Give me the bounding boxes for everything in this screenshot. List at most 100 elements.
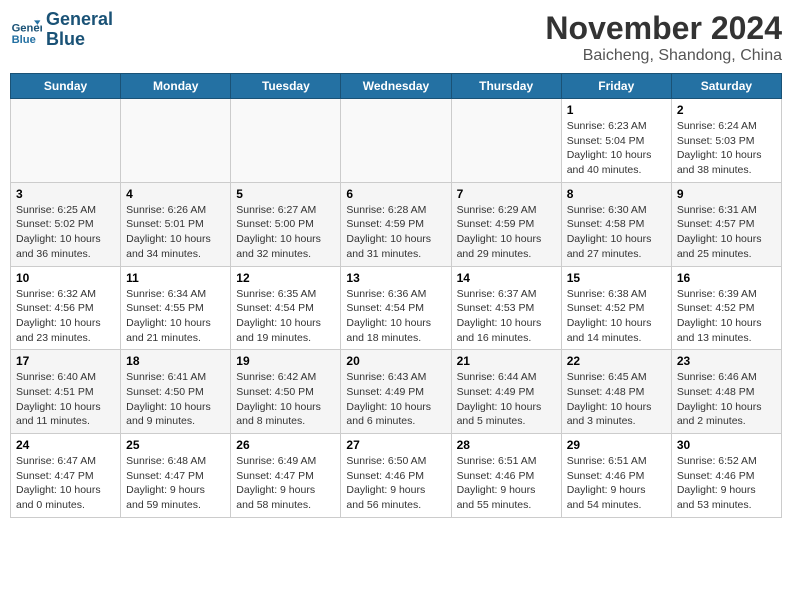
col-saturday: Saturday: [671, 74, 781, 99]
day-number: 4: [126, 187, 225, 201]
weekday-row: Sunday Monday Tuesday Wednesday Thursday…: [11, 74, 782, 99]
col-friday: Friday: [561, 74, 671, 99]
col-monday: Monday: [121, 74, 231, 99]
week-row-1: 3Sunrise: 6:25 AMSunset: 5:02 PMDaylight…: [11, 182, 782, 266]
logo: General Blue General Blue: [10, 10, 113, 50]
month-title: November 2024: [545, 10, 782, 47]
day-cell: 3Sunrise: 6:25 AMSunset: 5:02 PMDaylight…: [11, 182, 121, 266]
col-tuesday: Tuesday: [231, 74, 341, 99]
day-number: 8: [567, 187, 666, 201]
day-info: Sunrise: 6:47 AMSunset: 4:47 PMDaylight:…: [16, 454, 115, 513]
day-info: Sunrise: 6:49 AMSunset: 4:47 PMDaylight:…: [236, 454, 335, 513]
day-cell: 30 Sunrise: 6:52 AMSunset: 4:46 PMDayligh…: [671, 434, 781, 518]
title-block: November 2024 Baicheng, Shandong, China: [545, 10, 782, 65]
day-number: 2: [677, 103, 776, 117]
day-info: Sunrise: 6:45 AMSunset: 4:48 PMDaylight:…: [567, 370, 666, 429]
day-number: 30: [677, 438, 776, 452]
day-info: Sunrise: 6:50 AMSunset: 4:46 PMDaylight:…: [346, 454, 445, 513]
day-cell: 21 Sunrise: 6:44 AMSunset: 4:49 PMDayligh…: [451, 350, 561, 434]
day-info: Sunrise: 6:39 AMSunset: 4:52 PMDaylight:…: [677, 287, 776, 346]
day-info: Sunrise: 6:46 AMSunset: 4:48 PMDaylight:…: [677, 370, 776, 429]
week-row-4: 24 Sunrise: 6:47 AMSunset: 4:47 PMDayligh…: [11, 434, 782, 518]
svg-text:Blue: Blue: [12, 34, 36, 46]
day-cell: 23 Sunrise: 6:46 AMSunset: 4:48 PMDayligh…: [671, 350, 781, 434]
day-info: Sunrise: 6:32 AMSunset: 4:56 PMDaylight:…: [16, 287, 115, 346]
day-number: 12: [236, 271, 335, 285]
day-cell: 12Sunrise: 6:35 AMSunset: 4:54 PMDayligh…: [231, 266, 341, 350]
logo-icon: General Blue: [10, 14, 42, 46]
day-cell: 17 Sunrise: 6:40 AMSunset: 4:51 PMDayligh…: [11, 350, 121, 434]
day-number: 20: [346, 354, 445, 368]
day-cell: 26 Sunrise: 6:49 AMSunset: 4:47 PMDayligh…: [231, 434, 341, 518]
day-info: Sunrise: 6:23 AMSunset: 5:04 PMDaylight:…: [567, 119, 666, 178]
day-number: 27: [346, 438, 445, 452]
day-info: Sunrise: 6:30 AMSunset: 4:58 PMDaylight:…: [567, 203, 666, 262]
day-info: Sunrise: 6:43 AMSunset: 4:49 PMDaylight:…: [346, 370, 445, 429]
day-number: 16: [677, 271, 776, 285]
day-cell: 7Sunrise: 6:29 AMSunset: 4:59 PMDaylight…: [451, 182, 561, 266]
day-cell: 13 Sunrise: 6:36 AMSunset: 4:54 PMDayligh…: [341, 266, 451, 350]
day-cell: [231, 99, 341, 183]
day-cell: 16 Sunrise: 6:39 AMSunset: 4:52 PMDayligh…: [671, 266, 781, 350]
day-info: Sunrise: 6:26 AMSunset: 5:01 PMDaylight:…: [126, 203, 225, 262]
day-number: 6: [346, 187, 445, 201]
day-cell: 5 Sunrise: 6:27 AMSunset: 5:00 PMDaylight…: [231, 182, 341, 266]
col-wednesday: Wednesday: [341, 74, 451, 99]
week-row-2: 10 Sunrise: 6:32 AMSunset: 4:56 PMDayligh…: [11, 266, 782, 350]
day-number: 17: [16, 354, 115, 368]
calendar-body: 1Sunrise: 6:23 AMSunset: 5:04 PMDaylight…: [11, 99, 782, 518]
day-info: Sunrise: 6:48 AMSunset: 4:47 PMDaylight:…: [126, 454, 225, 513]
day-number: 18: [126, 354, 225, 368]
day-number: 21: [457, 354, 556, 368]
day-number: 5: [236, 187, 335, 201]
day-cell: [11, 99, 121, 183]
day-info: Sunrise: 6:44 AMSunset: 4:49 PMDaylight:…: [457, 370, 556, 429]
day-info: Sunrise: 6:37 AMSunset: 4:53 PMDaylight:…: [457, 287, 556, 346]
day-info: Sunrise: 6:40 AMSunset: 4:51 PMDaylight:…: [16, 370, 115, 429]
day-info: Sunrise: 6:34 AMSunset: 4:55 PMDaylight:…: [126, 287, 225, 346]
calendar: Sunday Monday Tuesday Wednesday Thursday…: [10, 73, 782, 518]
day-cell: 20 Sunrise: 6:43 AMSunset: 4:49 PMDayligh…: [341, 350, 451, 434]
day-cell: 22 Sunrise: 6:45 AMSunset: 4:48 PMDayligh…: [561, 350, 671, 434]
day-cell: 9 Sunrise: 6:31 AMSunset: 4:57 PMDaylight…: [671, 182, 781, 266]
day-number: 19: [236, 354, 335, 368]
day-number: 15: [567, 271, 666, 285]
day-number: 9: [677, 187, 776, 201]
day-cell: 24 Sunrise: 6:47 AMSunset: 4:47 PMDayligh…: [11, 434, 121, 518]
day-cell: 8 Sunrise: 6:30 AMSunset: 4:58 PMDaylight…: [561, 182, 671, 266]
day-info: Sunrise: 6:31 AMSunset: 4:57 PMDaylight:…: [677, 203, 776, 262]
logo-text-line1: General: [46, 10, 113, 30]
day-info: Sunrise: 6:36 AMSunset: 4:54 PMDaylight:…: [346, 287, 445, 346]
day-cell: [121, 99, 231, 183]
day-info: Sunrise: 6:51 AMSunset: 4:46 PMDaylight:…: [457, 454, 556, 513]
day-info: Sunrise: 6:27 AMSunset: 5:00 PMDaylight:…: [236, 203, 335, 262]
day-number: 22: [567, 354, 666, 368]
day-number: 13: [346, 271, 445, 285]
day-info: Sunrise: 6:24 AMSunset: 5:03 PMDaylight:…: [677, 119, 776, 178]
day-number: 26: [236, 438, 335, 452]
day-cell: 4 Sunrise: 6:26 AMSunset: 5:01 PMDaylight…: [121, 182, 231, 266]
day-cell: 11Sunrise: 6:34 AMSunset: 4:55 PMDayligh…: [121, 266, 231, 350]
logo-text-line2: Blue: [46, 30, 113, 50]
day-number: 24: [16, 438, 115, 452]
day-cell: 27 Sunrise: 6:50 AMSunset: 4:46 PMDayligh…: [341, 434, 451, 518]
day-cell: 15 Sunrise: 6:38 AMSunset: 4:52 PMDayligh…: [561, 266, 671, 350]
day-info: Sunrise: 6:38 AMSunset: 4:52 PMDaylight:…: [567, 287, 666, 346]
day-info: Sunrise: 6:42 AMSunset: 4:50 PMDaylight:…: [236, 370, 335, 429]
col-sunday: Sunday: [11, 74, 121, 99]
day-number: 25: [126, 438, 225, 452]
week-row-3: 17 Sunrise: 6:40 AMSunset: 4:51 PMDayligh…: [11, 350, 782, 434]
day-info: Sunrise: 6:52 AMSunset: 4:46 PMDaylight:…: [677, 454, 776, 513]
day-cell: [451, 99, 561, 183]
day-info: Sunrise: 6:41 AMSunset: 4:50 PMDaylight:…: [126, 370, 225, 429]
day-number: 3: [16, 187, 115, 201]
day-number: 23: [677, 354, 776, 368]
day-cell: 14Sunrise: 6:37 AMSunset: 4:53 PMDayligh…: [451, 266, 561, 350]
day-cell: 2 Sunrise: 6:24 AMSunset: 5:03 PMDaylight…: [671, 99, 781, 183]
day-cell: [341, 99, 451, 183]
week-row-0: 1Sunrise: 6:23 AMSunset: 5:04 PMDaylight…: [11, 99, 782, 183]
day-number: 28: [457, 438, 556, 452]
day-cell: 10 Sunrise: 6:32 AMSunset: 4:56 PMDayligh…: [11, 266, 121, 350]
day-cell: 19 Sunrise: 6:42 AMSunset: 4:50 PMDayligh…: [231, 350, 341, 434]
day-number: 10: [16, 271, 115, 285]
